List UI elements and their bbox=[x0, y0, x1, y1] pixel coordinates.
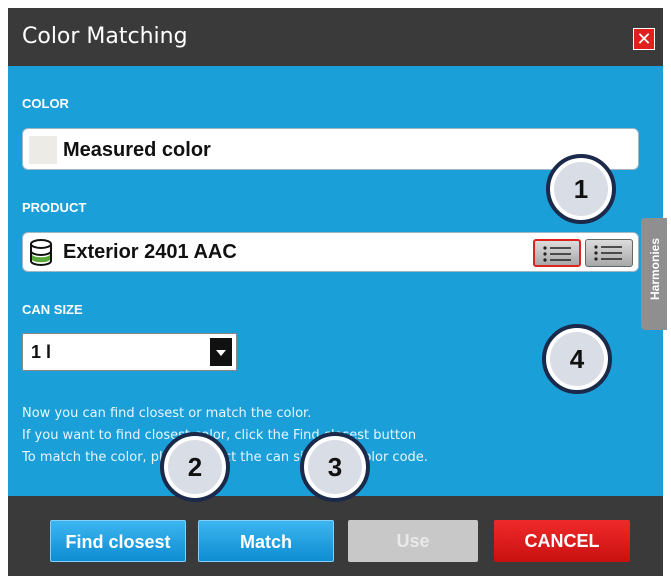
callout-3: 3 bbox=[300, 432, 370, 502]
list-icon bbox=[543, 246, 571, 262]
product-field[interactable]: Exterior 2401 AAC bbox=[22, 232, 639, 272]
cancel-button[interactable]: CANCEL bbox=[494, 520, 630, 562]
help-line-1: Now you can find closest or match the co… bbox=[22, 406, 312, 421]
find-closest-button[interactable]: Find closest bbox=[50, 520, 186, 562]
product-value: Exterior 2401 AAC bbox=[63, 241, 237, 263]
color-value: Measured color bbox=[63, 139, 211, 161]
dialog-title: Color Matching bbox=[22, 24, 188, 49]
color-label: COLOR bbox=[22, 96, 69, 111]
callout-1: 1 bbox=[546, 154, 616, 224]
callout-4: 4 bbox=[542, 324, 612, 394]
close-icon[interactable]: ✕ bbox=[633, 28, 655, 50]
match-button[interactable]: Match bbox=[198, 520, 334, 562]
product-label: PRODUCT bbox=[22, 200, 87, 215]
chevron-down-icon[interactable] bbox=[210, 338, 232, 366]
product-list-button-2[interactable] bbox=[585, 239, 633, 267]
title-bar: Color Matching ✕ bbox=[8, 8, 663, 66]
list-icon bbox=[594, 245, 622, 261]
harmonies-label: Harmonies bbox=[648, 237, 662, 301]
can-size-select[interactable]: 1 l bbox=[22, 333, 237, 371]
product-list-button-1[interactable] bbox=[533, 239, 581, 267]
can-size-value: 1 l bbox=[31, 342, 52, 362]
harmonies-tab[interactable]: Harmonies bbox=[641, 218, 667, 330]
color-swatch bbox=[29, 136, 57, 164]
use-button: Use bbox=[348, 520, 478, 562]
paint-can-icon bbox=[30, 239, 52, 266]
can-size-label: CAN SIZE bbox=[22, 302, 83, 317]
help-line-2: If you want to find closest color, click… bbox=[22, 428, 417, 443]
callout-2: 2 bbox=[160, 432, 230, 502]
button-bar: Find closest Match Use CANCEL bbox=[8, 496, 663, 576]
color-field[interactable]: Measured color bbox=[22, 128, 639, 170]
